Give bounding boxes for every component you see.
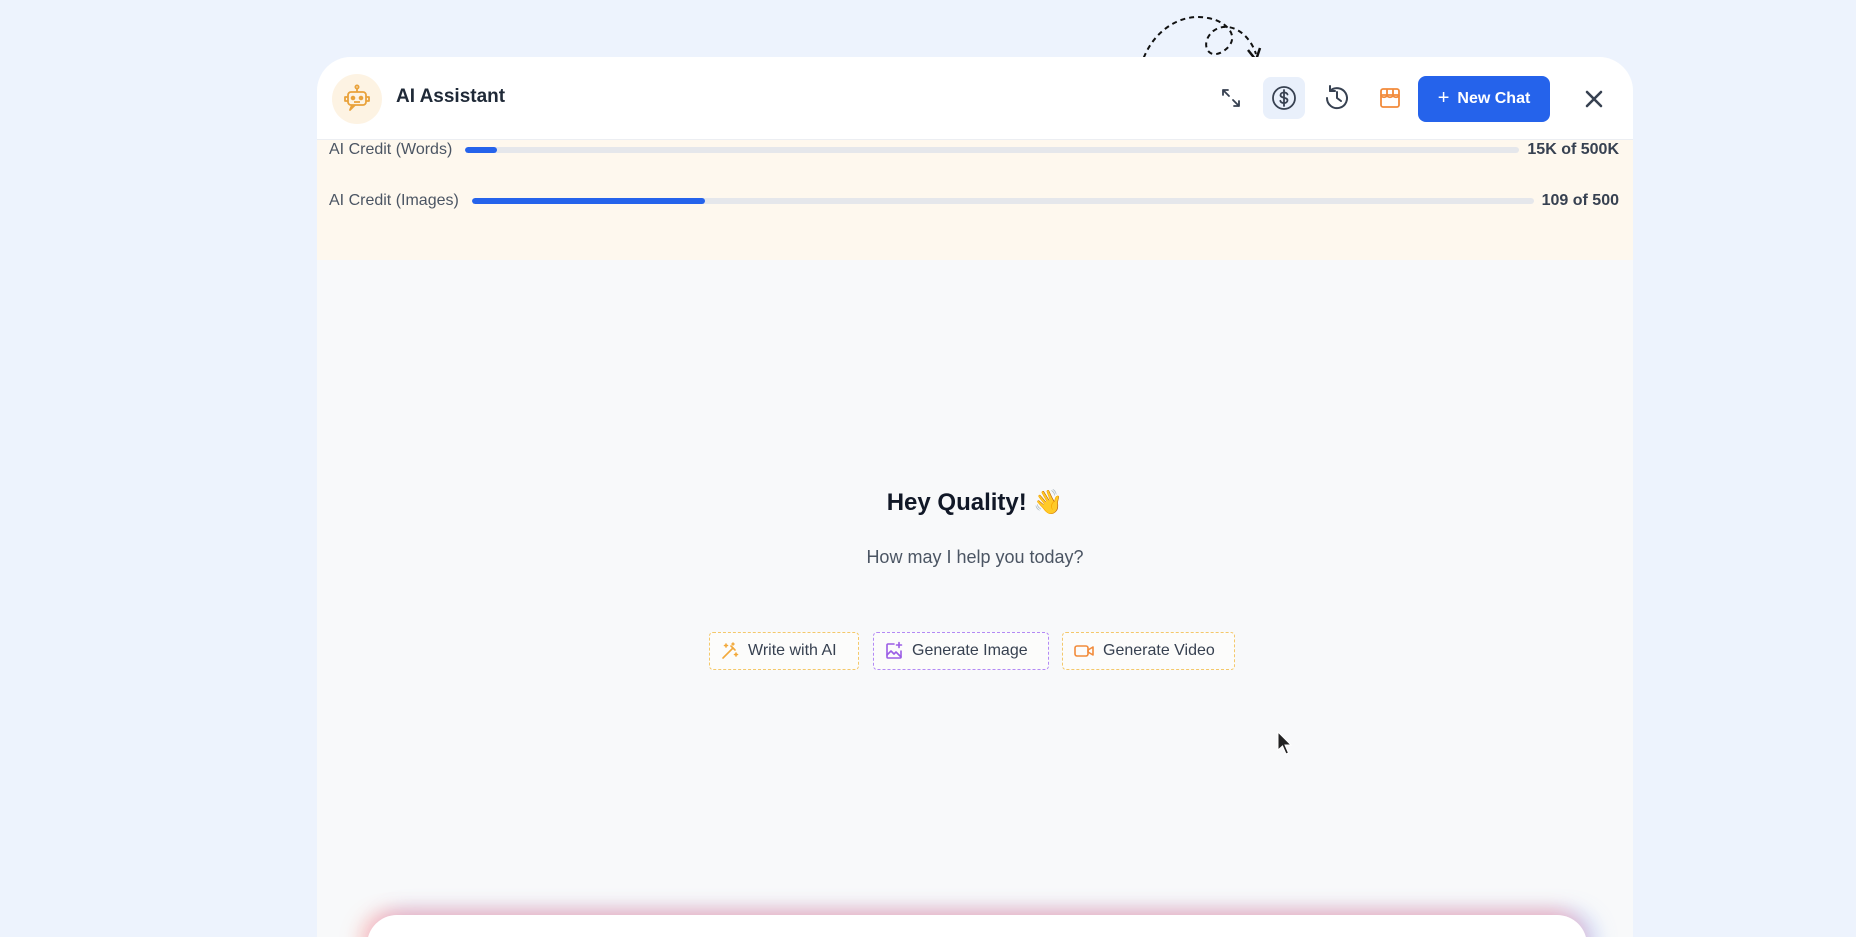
mouse-cursor-icon	[1277, 731, 1293, 755]
generate-image-label: Generate Image	[912, 642, 1028, 659]
word-credit-bar-fill	[465, 147, 497, 153]
write-with-ai-label: Write with AI	[748, 642, 837, 659]
new-chat-button[interactable]: + New Chat	[1418, 76, 1550, 122]
close-icon[interactable]	[1574, 79, 1614, 119]
image-sparkle-icon	[886, 641, 903, 659]
generate-image-button[interactable]: Generate Image	[873, 632, 1049, 670]
expand-icon[interactable]	[1210, 77, 1252, 119]
ai-assistant-panel: AI Assistant + New Chat AI Credit (Words…	[317, 57, 1633, 937]
history-icon[interactable]	[1316, 77, 1358, 119]
image-credit-label: AI Credit (Images)	[329, 192, 459, 209]
image-credit-row: AI Credit (Images) 109 of 500	[329, 190, 1619, 212]
dollar-icon[interactable]	[1263, 77, 1305, 119]
word-credit-label: AI Credit (Words)	[329, 141, 453, 158]
robot-logo-icon	[332, 74, 382, 124]
word-credit-value: 15K of 500K	[1527, 141, 1619, 158]
image-credit-bar	[471, 198, 1534, 204]
greeting-subtitle: How may I help you today?	[866, 547, 1084, 567]
generate-video-button[interactable]: Generate Video	[1062, 632, 1235, 670]
panel-header: AI Assistant + New Chat	[317, 57, 1633, 140]
word-credit-bar	[465, 147, 1520, 153]
image-credit-bar-fill	[471, 198, 706, 204]
chat-input-area[interactable]	[367, 915, 1587, 937]
new-chat-label: New Chat	[1457, 90, 1531, 107]
write-with-ai-button[interactable]: Write with AI	[709, 632, 859, 670]
plus-icon: +	[1437, 86, 1450, 109]
magic-wand-icon	[722, 642, 739, 659]
word-credit-row: AI Credit (Words) 15K of 500K	[329, 139, 1619, 161]
greeting-heading: Hey Quality! 👋	[886, 489, 1064, 516]
video-icon	[1074, 645, 1094, 657]
generate-video-label: Generate Video	[1103, 642, 1215, 659]
app-title: AI Assistant	[396, 86, 506, 107]
store-icon[interactable]	[1369, 77, 1411, 119]
image-credit-value: 109 of 500	[1541, 192, 1619, 209]
